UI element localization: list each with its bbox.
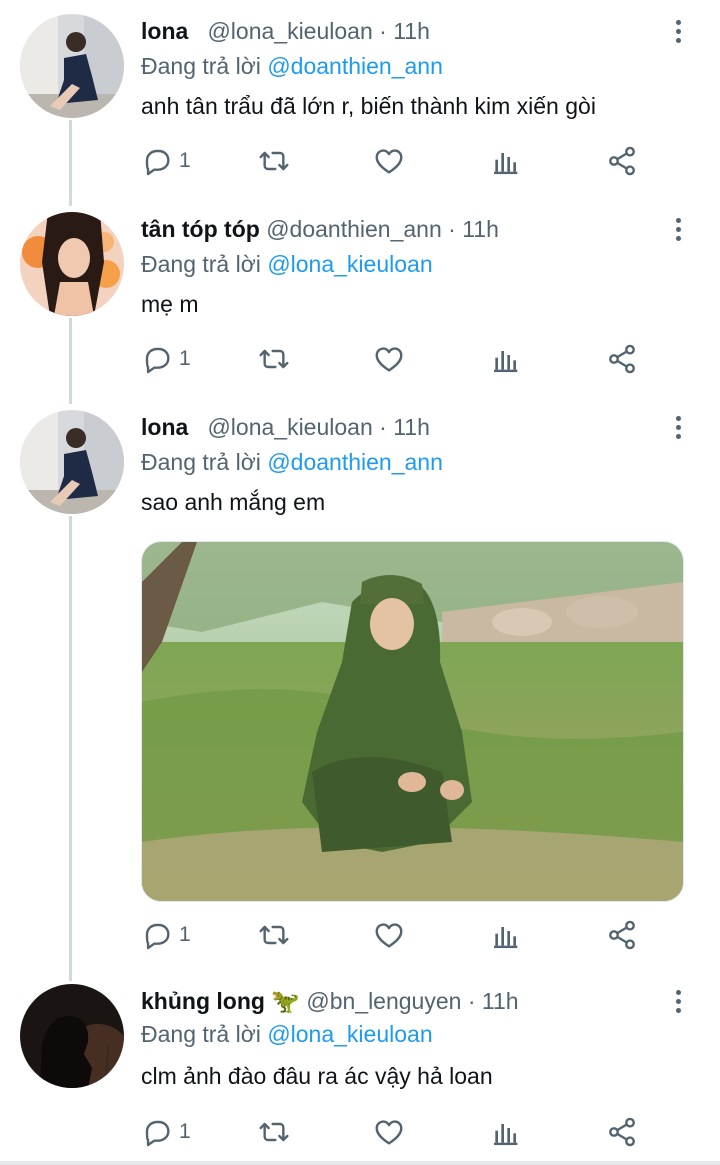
retweet-button[interactable] (258, 141, 290, 181)
action-bar: 1 (0, 141, 720, 181)
like-button[interactable] (373, 1112, 405, 1152)
retweet-icon (258, 145, 290, 177)
tweet-photo[interactable] (141, 541, 684, 902)
replying-to: Đang trả lời @lona_kieuloan (141, 1019, 433, 1049)
photo-image (142, 542, 683, 901)
analytics-button[interactable] (490, 339, 522, 379)
action-bar: 1 (0, 915, 720, 955)
user-handle[interactable]: @lona_kieuloan (207, 414, 372, 440)
share-icon (606, 343, 638, 375)
avatar[interactable] (20, 14, 124, 118)
heart-icon (373, 1116, 405, 1148)
timestamp[interactable]: · 11h (448, 216, 499, 242)
user-handle[interactable]: @lona_kieuloan (207, 18, 372, 44)
user-handle[interactable]: @doanthien_ann (266, 216, 442, 242)
action-bar: 1 (0, 339, 720, 379)
reply-button[interactable]: 1 (141, 339, 191, 379)
reply-prefix: Đang trả lời (141, 251, 261, 277)
more-icon[interactable] (666, 412, 690, 442)
analytics-icon (490, 145, 522, 177)
share-button[interactable] (606, 141, 638, 181)
mention-link[interactable]: @lona_kieuloan (267, 1021, 432, 1047)
reply-icon (141, 145, 173, 177)
tweet-text: mẹ m (141, 291, 199, 317)
retweet-icon (258, 1116, 290, 1148)
reply-count: 1 (179, 149, 191, 172)
reply-count: 1 (179, 347, 191, 370)
reply-count: 1 (179, 923, 191, 946)
like-button[interactable] (373, 339, 405, 379)
thread-line (69, 516, 72, 981)
mention-link[interactable]: @doanthien_ann (267, 53, 443, 79)
user-handle[interactable]: @bn_lenguyen (306, 988, 461, 1014)
timestamp[interactable]: · 11h (468, 988, 519, 1014)
tweet-text: anh tân trẩu đã lớn r, biến thành kim xi… (141, 93, 596, 119)
like-button[interactable] (373, 141, 405, 181)
share-icon (606, 919, 638, 951)
reply-button[interactable]: 1 (141, 1112, 191, 1152)
display-name[interactable]: lona (141, 414, 188, 440)
reply-icon (141, 919, 173, 951)
share-button[interactable] (606, 1112, 638, 1152)
analytics-icon (490, 919, 522, 951)
share-button[interactable] (606, 915, 638, 955)
analytics-button[interactable] (490, 1112, 522, 1152)
share-icon (606, 145, 638, 177)
like-button[interactable] (373, 915, 405, 955)
analytics-icon (490, 343, 522, 375)
reply-count: 1 (179, 1120, 191, 1143)
heart-icon (373, 145, 405, 177)
retweet-icon (258, 919, 290, 951)
reply-button[interactable]: 1 (141, 141, 191, 181)
retweet-icon (258, 343, 290, 375)
analytics-button[interactable] (490, 915, 522, 955)
retweet-button[interactable] (258, 1112, 290, 1152)
retweet-button[interactable] (258, 915, 290, 955)
tweet-header: lona @lona_kieuloan · 11h (141, 16, 430, 46)
replying-to: Đang trả lời @doanthien_ann (141, 51, 443, 81)
avatar[interactable] (20, 212, 124, 316)
display-name[interactable]: khủng long 🦖 (141, 988, 300, 1014)
share-icon (606, 1116, 638, 1148)
display-name[interactable]: lona (141, 18, 188, 44)
heart-icon (373, 343, 405, 375)
tweet-text: clm ảnh đào đâu ra ác vậy hả loan (141, 1063, 493, 1089)
replying-to: Đang trả lời @lona_kieuloan (141, 249, 433, 279)
more-icon[interactable] (666, 214, 690, 244)
display-name[interactable]: tân tóp tóp (141, 216, 260, 242)
replying-to: Đang trả lời @doanthien_ann (141, 447, 443, 477)
more-icon[interactable] (666, 16, 690, 46)
share-button[interactable] (606, 339, 638, 379)
analytics-icon (490, 1116, 522, 1148)
avatar[interactable] (20, 984, 124, 1088)
tweet-text: sao anh mắng em (141, 489, 326, 515)
action-bar: 1 (0, 1112, 720, 1152)
timestamp[interactable]: · 11h (379, 18, 430, 44)
mention-link[interactable]: @lona_kieuloan (267, 251, 432, 277)
reply-icon (141, 1116, 173, 1148)
timestamp[interactable]: · 11h (379, 414, 430, 440)
retweet-button[interactable] (258, 339, 290, 379)
reply-prefix: Đang trả lời (141, 449, 261, 475)
more-icon[interactable] (666, 986, 690, 1016)
reply-prefix: Đang trả lời (141, 53, 261, 79)
analytics-button[interactable] (490, 141, 522, 181)
bottom-divider (0, 1161, 720, 1165)
tweet-header: lona @lona_kieuloan · 11h (141, 412, 430, 442)
tweet-header: khủng long 🦖 @bn_lenguyen · 11h (141, 986, 519, 1016)
reply-prefix: Đang trả lời (141, 1021, 261, 1047)
avatar[interactable] (20, 410, 124, 514)
reply-button[interactable]: 1 (141, 915, 191, 955)
heart-icon (373, 919, 405, 951)
tweet-header: tân tóp tóp @doanthien_ann · 11h (141, 214, 499, 244)
mention-link[interactable]: @doanthien_ann (267, 449, 443, 475)
reply-icon (141, 343, 173, 375)
